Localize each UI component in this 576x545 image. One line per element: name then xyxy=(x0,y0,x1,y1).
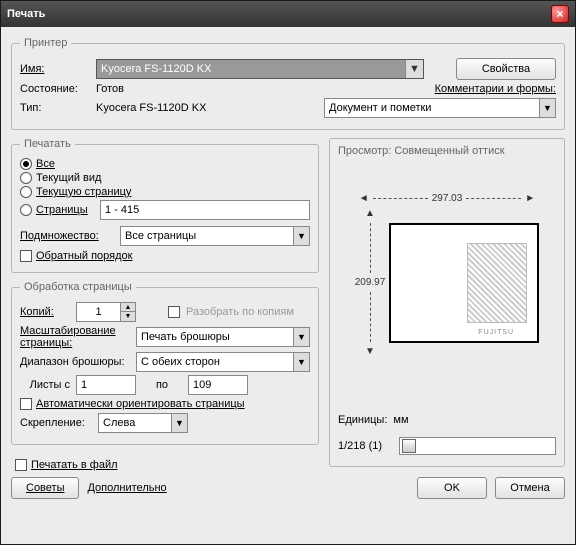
preview-height-dim: ▲ 209.97 ▼ xyxy=(355,208,386,357)
print-range-group: Печатать Все Текущий вид Текущую страниц… xyxy=(11,138,319,273)
chevron-down-icon[interactable]: ▼ xyxy=(405,60,423,78)
page-preview: FUJITSU xyxy=(389,223,539,343)
binding-value: Слева xyxy=(99,417,171,429)
copies-value: 1 xyxy=(77,306,120,318)
radio-all[interactable] xyxy=(20,158,32,170)
preview-width-dim: ◄ 297.03 ► xyxy=(359,193,535,204)
printer-status-value: Готов xyxy=(96,83,124,95)
close-icon[interactable]: × xyxy=(551,5,569,23)
units-value: мм xyxy=(393,414,408,426)
units-label: Единицы: xyxy=(338,414,387,426)
sheets-to-label: по xyxy=(142,379,182,391)
window-title: Печать xyxy=(7,8,551,20)
chevron-down-icon[interactable]: ▼ xyxy=(293,353,309,371)
titlebar[interactable]: Печать × xyxy=(1,1,575,27)
subset-label: Подмножество: xyxy=(20,230,114,242)
comments-value: Документ и пометки xyxy=(325,102,539,114)
reverse-label: Обратный порядок xyxy=(36,250,132,262)
subset-select[interactable]: Все страницы ▼ xyxy=(120,226,310,246)
chevron-down-icon[interactable]: ▼ xyxy=(293,328,309,346)
printer-name-value: Kyocera FS-1120D KX xyxy=(101,63,211,75)
copies-spinner[interactable]: 1 ▲▼ xyxy=(76,302,136,322)
print-to-file-checkbox[interactable] xyxy=(15,459,27,471)
sheets-from-input[interactable] xyxy=(76,375,136,395)
preview-title: Просмотр: Совмещенный оттиск xyxy=(338,145,556,157)
preview-panel: Просмотр: Совмещенный оттиск ◄ 297.03 ► … xyxy=(329,138,565,467)
page-handling-group: Обработка страницы Копий: 1 ▲▼ Разобрать… xyxy=(11,281,319,445)
print-dialog: Печать × Принтер Имя: Kyocera FS-1120D K… xyxy=(0,0,576,545)
chevron-down-icon[interactable]: ▼ xyxy=(293,227,309,245)
printer-type-value: Kyocera FS-1120D KX xyxy=(96,102,206,114)
radio-current-page[interactable] xyxy=(20,186,32,198)
auto-rotate-checkbox[interactable] xyxy=(20,398,32,410)
printer-name-label: Имя: xyxy=(20,63,90,75)
tips-button[interactable]: Советы xyxy=(11,477,79,499)
collate-label: Разобрать по копиям xyxy=(186,306,294,318)
subset-value: Все страницы xyxy=(121,230,293,242)
booklet-range-select[interactable]: С обеих сторон ▼ xyxy=(136,352,310,372)
scaling-select[interactable]: Печать брошюры ▼ xyxy=(136,327,310,347)
binding-select[interactable]: Слева ▼ xyxy=(98,413,188,433)
page-handling-legend: Обработка страницы xyxy=(20,281,136,293)
preview-brand: FUJITSU xyxy=(478,329,514,336)
sheets-from-label: Листы с xyxy=(20,379,70,391)
cancel-button[interactable]: Отмена xyxy=(495,477,565,499)
zoom-slider[interactable] xyxy=(399,437,556,455)
printer-legend: Принтер xyxy=(20,37,71,49)
chevron-down-icon[interactable]: ▼ xyxy=(171,414,187,432)
dialog-buttons: Советы Дополнительно OK Отмена xyxy=(11,477,565,499)
slider-thumb[interactable] xyxy=(402,439,416,453)
scaling-value: Печать брошюры xyxy=(137,331,293,343)
ok-button[interactable]: OK xyxy=(417,477,487,499)
radio-pages[interactable] xyxy=(20,204,32,216)
sheets-to-input[interactable] xyxy=(188,375,248,395)
dialog-body: Принтер Имя: Kyocera FS-1120D KX ▼ Свойс… xyxy=(1,27,575,544)
printer-name-select[interactable]: Kyocera FS-1120D KX ▼ xyxy=(96,59,424,79)
print-to-file-label: Печатать в файл xyxy=(31,459,118,471)
spin-down-icon[interactable]: ▼ xyxy=(121,312,135,321)
reverse-checkbox[interactable] xyxy=(20,250,32,262)
copies-label: Копий: xyxy=(20,306,70,318)
printer-group: Принтер Имя: Kyocera FS-1120D KX ▼ Свойс… xyxy=(11,37,565,130)
print-range-legend: Печатать xyxy=(20,138,75,150)
spin-up-icon[interactable]: ▲ xyxy=(121,303,135,312)
chevron-down-icon[interactable]: ▼ xyxy=(539,99,555,117)
page-indicator: 1/218 (1) xyxy=(338,440,393,452)
booklet-range-label: Диапазон брошюры: xyxy=(20,356,130,368)
properties-button[interactable]: Свойства xyxy=(456,58,556,80)
scaling-label: Масштабирование страницы: xyxy=(20,325,130,349)
printer-status-label: Состояние: xyxy=(20,83,90,95)
radio-current-page-label: Текущую страницу xyxy=(36,186,131,198)
auto-rotate-label: Автоматически ориентировать страницы xyxy=(36,398,245,410)
radio-current-view-label: Текущий вид xyxy=(36,172,101,184)
pages-input[interactable] xyxy=(100,200,310,220)
advanced-link[interactable]: Дополнительно xyxy=(87,482,166,494)
preview-width-value: 297.03 xyxy=(432,193,463,204)
radio-current-view[interactable] xyxy=(20,172,32,184)
radio-pages-label: Страницы xyxy=(36,204,96,216)
booklet-range-value: С обеих сторон xyxy=(137,356,293,368)
binding-label: Скрепление: xyxy=(20,417,92,429)
page-thumbnail: FUJITSU xyxy=(467,243,527,323)
radio-all-label: Все xyxy=(36,158,55,170)
comments-select[interactable]: Документ и пометки ▼ xyxy=(324,98,556,118)
collate-checkbox xyxy=(168,306,180,318)
printer-type-label: Тип: xyxy=(20,102,90,114)
preview-height-value: 209.97 xyxy=(355,277,386,288)
comments-label: Комментарии и формы: xyxy=(435,83,556,95)
